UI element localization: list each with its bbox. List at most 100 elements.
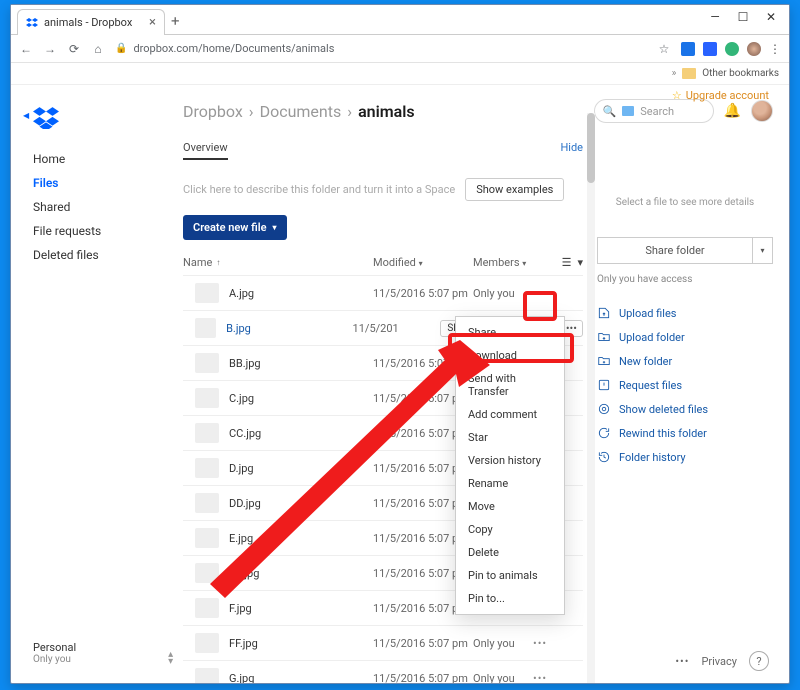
extension-icon[interactable]	[681, 42, 695, 56]
file-name[interactable]: D.jpg	[229, 462, 373, 475]
file-thumbnail	[195, 598, 219, 618]
menu-item-pin-to-animals[interactable]: Pin to animals	[456, 564, 564, 587]
nav-reload-icon[interactable]: ⟳	[67, 42, 81, 56]
row-more-button[interactable]: •••	[533, 637, 547, 650]
bookmarks-chevron-icon[interactable]: »	[672, 68, 677, 79]
view-list-icon[interactable]: ☰	[562, 256, 572, 269]
file-name[interactable]: A.jpg	[229, 287, 373, 300]
file-name[interactable]: F.jpg	[229, 602, 373, 615]
create-new-file-button[interactable]: Create new file	[183, 215, 287, 240]
highlight-dots	[523, 291, 557, 321]
nav-back-icon[interactable]: ←	[19, 42, 33, 56]
menu-item-send-with-transfer[interactable]: Send with Transfer	[456, 367, 564, 403]
action-request-files[interactable]: Request files	[597, 373, 773, 397]
lock-icon: 🔒	[115, 43, 127, 54]
extension-icon[interactable]	[703, 42, 717, 56]
browser-menu-icon[interactable]: ⋮	[769, 42, 781, 56]
file-name[interactable]: BB.jpg	[229, 357, 373, 370]
file-name[interactable]: EE.jpg	[229, 567, 373, 580]
access-text: Only you have access	[597, 274, 773, 285]
col-name[interactable]: Name↑	[183, 256, 373, 269]
file-name[interactable]: B.jpg	[226, 322, 352, 335]
extension-icon[interactable]	[725, 42, 739, 56]
browser-tab[interactable]: animals - Dropbox ×	[17, 9, 165, 35]
nav-forward-icon[interactable]: →	[43, 42, 57, 56]
file-thumbnail	[195, 633, 219, 653]
menu-item-add-comment[interactable]: Add comment	[456, 403, 564, 426]
window-minimize-button[interactable]: —	[701, 7, 729, 27]
bookmark-star-icon[interactable]: ☆	[657, 42, 671, 56]
file-name[interactable]: G.jpg	[229, 672, 373, 684]
sort-asc-icon: ↑	[216, 258, 220, 267]
menu-item-rename[interactable]: Rename	[456, 472, 564, 495]
file-scrollbar[interactable]	[587, 113, 595, 683]
account-avatar[interactable]	[751, 100, 773, 122]
file-row[interactable]: FF.jpg11/5/2016 5:07 pmOnly you•••	[183, 625, 583, 660]
page-footer: ••• Privacy ?	[675, 651, 769, 671]
file-name[interactable]: C.jpg	[229, 392, 373, 405]
tab-close-icon[interactable]: ×	[149, 15, 156, 30]
extension-icons: ⋮	[681, 42, 781, 56]
bookmarks-folder-icon[interactable]	[682, 68, 696, 79]
menu-item-version-history[interactable]: Version history	[456, 449, 564, 472]
bookmarks-bar: » Other bookmarks	[11, 63, 789, 85]
show-examples-button[interactable]: Show examples	[465, 178, 564, 201]
sidebar-account[interactable]: Personal Only you ▴▾	[33, 641, 76, 665]
action-new-folder[interactable]: New folder	[597, 349, 773, 373]
account-plan: Personal	[33, 641, 76, 654]
col-modified[interactable]: Modified ▾	[373, 256, 473, 269]
menu-item-move[interactable]: Move	[456, 495, 564, 518]
action-folder-history[interactable]: Folder history	[597, 445, 773, 469]
col-members[interactable]: Members ▾	[473, 256, 562, 269]
file-modified: 11/5/2016 5:07 pm	[373, 287, 473, 300]
menu-item-pin-to-[interactable]: Pin to...	[456, 587, 564, 610]
crumb-mid[interactable]: Documents	[260, 102, 342, 121]
bookmarks-folder-label[interactable]: Other bookmarks	[702, 68, 779, 79]
view-options-icon[interactable]: ▾	[577, 256, 583, 269]
share-folder-dropdown[interactable]: ▾	[753, 237, 773, 264]
sidebar-item-file-requests[interactable]: File requests	[33, 219, 161, 243]
action-rewind-this-folder[interactable]: Rewind this folder	[597, 421, 773, 445]
file-name[interactable]: DD.jpg	[229, 497, 373, 510]
window-close-button[interactable]: ✕	[757, 7, 785, 27]
search-placeholder: Search	[640, 105, 674, 118]
sidebar-item-files[interactable]: Files	[33, 171, 161, 195]
upgrade-account-link[interactable]: ☆ Upgrade account	[672, 89, 769, 102]
crumb-root[interactable]: Dropbox	[183, 102, 243, 121]
action-label: New folder	[619, 355, 672, 368]
privacy-link[interactable]: Privacy	[701, 655, 737, 668]
file-row[interactable]: G.jpg11/5/2016 5:07 pmOnly you•••	[183, 660, 583, 683]
nav-home-icon[interactable]: ⌂	[91, 42, 105, 56]
account-sub: Only you	[33, 654, 76, 665]
menu-item-copy[interactable]: Copy	[456, 518, 564, 541]
search-input[interactable]: 🔍 Search	[594, 99, 714, 123]
row-more-button[interactable]: •••	[533, 672, 547, 684]
overview-tab[interactable]: Overview	[183, 141, 228, 160]
notifications-icon[interactable]: 🔔	[724, 103, 741, 119]
back-chevron-icon[interactable]: ◀	[23, 111, 29, 120]
sidebar-item-home[interactable]: Home	[33, 147, 161, 171]
file-thumbnail	[195, 493, 219, 513]
footer-menu-icon[interactable]: •••	[675, 655, 689, 668]
new-tab-button[interactable]: +	[171, 12, 180, 30]
sidebar-item-shared[interactable]: Shared	[33, 195, 161, 219]
file-name[interactable]: FF.jpg	[229, 637, 373, 650]
file-name[interactable]: CC.jpg	[229, 427, 373, 440]
address-bar[interactable]: 🔒 dropbox.com/home/Documents/animals	[115, 42, 647, 55]
action-show-deleted-files[interactable]: Show deleted files	[597, 397, 773, 421]
window-maximize-button[interactable]: ☐	[729, 7, 757, 27]
menu-item-delete[interactable]: Delete	[456, 541, 564, 564]
sidebar-item-deleted-files[interactable]: Deleted files	[33, 243, 161, 267]
page-content: ☆ Upgrade account ◀ HomeFilesSharedFile …	[11, 85, 789, 683]
overview-hide[interactable]: Hide	[560, 141, 583, 160]
profile-avatar-icon[interactable]	[747, 42, 761, 56]
action-upload-files[interactable]: Upload files	[597, 301, 773, 325]
describe-placeholder[interactable]: Click here to describe this folder and t…	[183, 183, 455, 196]
file-name[interactable]: E.jpg	[229, 532, 373, 545]
dropbox-logo[interactable]: ◀	[33, 107, 59, 129]
action-upload-folder[interactable]: Upload folder	[597, 325, 773, 349]
help-button[interactable]: ?	[749, 651, 769, 671]
menu-item-star[interactable]: Star	[456, 426, 564, 449]
file-modified: 11/5/2016 5:07 pm	[373, 672, 473, 684]
share-folder-button[interactable]: Share folder	[597, 237, 753, 264]
